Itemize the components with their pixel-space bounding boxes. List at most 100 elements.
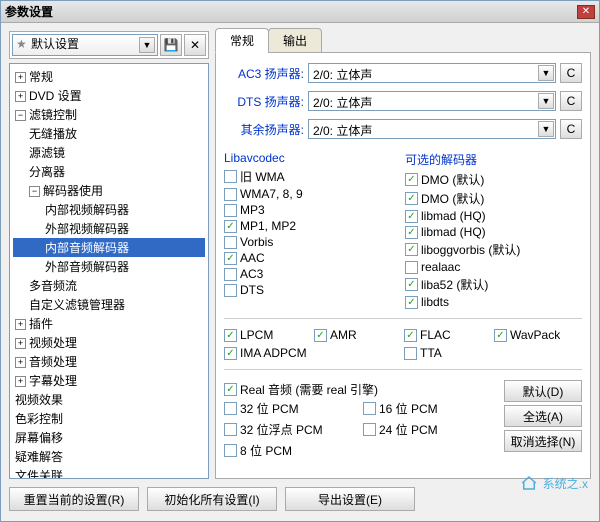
checkbox[interactable] (224, 204, 237, 217)
tree-external-video[interactable]: 外部视频解码器 (13, 219, 205, 238)
tree-seamless[interactable]: 无缝播放 (13, 124, 205, 143)
tree-file-assoc[interactable]: 文件关联 (13, 466, 205, 479)
checkbox[interactable] (224, 329, 237, 342)
dropdown-icon[interactable]: ▼ (538, 65, 554, 81)
checkbox[interactable] (405, 210, 418, 223)
tree-color-control[interactable]: 色彩控制 (13, 409, 205, 428)
reset-current-button[interactable]: 重置当前的设置(R) (9, 487, 139, 511)
chk-mp3[interactable]: MP3 (224, 202, 401, 218)
expand-icon[interactable]: + (15, 319, 26, 330)
checkbox[interactable] (404, 329, 417, 342)
tree-doubt-answer[interactable]: 疑难解答 (13, 447, 205, 466)
close-button[interactable]: ✕ (577, 5, 595, 19)
checkbox[interactable] (405, 296, 418, 309)
checkbox[interactable] (363, 402, 376, 415)
checkbox[interactable] (363, 423, 376, 436)
chk-dmo2[interactable]: DMO (默认) (405, 189, 582, 208)
settings-tree[interactable]: +常规 +DVD 设置 −滤镜控制 无缝播放 源滤镜 分离器 −解码器使用 内部… (9, 63, 209, 479)
ac3-c-button[interactable]: C (560, 63, 582, 83)
chk-old-wma[interactable]: 旧 WMA (224, 167, 401, 186)
dts-c-button[interactable]: C (560, 91, 582, 111)
tree-video-proc[interactable]: +视频处理 (13, 333, 205, 352)
preset-delete-button[interactable]: ✕ (184, 34, 206, 56)
export-button[interactable]: 导出设置(E) (285, 487, 415, 511)
select-all-button[interactable]: 全选(A) (504, 405, 582, 427)
expand-icon[interactable]: + (15, 72, 26, 83)
dropdown-icon[interactable]: ▼ (538, 121, 554, 137)
chk-real-audio[interactable]: Real 音频 (需要 real 引擎) (224, 380, 500, 399)
chk-vorbis[interactable]: Vorbis (224, 234, 401, 250)
chk-liboggvorbis[interactable]: liboggvorbis (默认) (405, 240, 582, 259)
checkbox[interactable] (224, 284, 237, 297)
tree-video-effect[interactable]: 视频效果 (13, 390, 205, 409)
checkbox[interactable] (405, 173, 418, 186)
chk-tta[interactable]: TTA (404, 345, 492, 361)
deselect-button[interactable]: 取消选择(N) (504, 430, 582, 452)
checkbox[interactable] (224, 268, 237, 281)
chk-libmad2[interactable]: libmad (HQ) (405, 224, 582, 240)
chk-pcm24[interactable]: 24 位 PCM (363, 420, 500, 439)
expand-icon[interactable]: + (15, 357, 26, 368)
ac3-select[interactable]: 2/0: 立体声▼ (308, 63, 556, 83)
checkbox[interactable] (404, 347, 417, 360)
chk-pcm32[interactable]: 32 位 PCM (224, 399, 361, 418)
chk-wma789[interactable]: WMA7, 8, 9 (224, 186, 401, 202)
chk-ima-adpcm[interactable]: IMA ADPCM (224, 345, 312, 361)
checkbox[interactable] (405, 243, 418, 256)
chk-liba52[interactable]: liba52 (默认) (405, 275, 582, 294)
chk-dmo1[interactable]: DMO (默认) (405, 170, 582, 189)
other-c-button[interactable]: C (560, 119, 582, 139)
checkbox[interactable] (224, 383, 237, 396)
checkbox[interactable] (224, 188, 237, 201)
dropdown-icon[interactable]: ▼ (538, 93, 554, 109)
chk-ac3[interactable]: AC3 (224, 266, 401, 282)
expand-icon[interactable]: + (15, 338, 26, 349)
checkbox[interactable] (224, 252, 237, 265)
tree-dvd[interactable]: +DVD 设置 (13, 86, 205, 105)
collapse-icon[interactable]: − (29, 186, 40, 197)
expand-icon[interactable]: + (15, 376, 26, 387)
checkbox[interactable] (224, 220, 237, 233)
checkbox[interactable] (224, 423, 237, 436)
chk-pcm16[interactable]: 16 位 PCM (363, 399, 500, 418)
expand-icon[interactable]: + (15, 91, 26, 102)
chk-libmad1[interactable]: libmad (HQ) (405, 208, 582, 224)
tree-plugin[interactable]: +插件 (13, 314, 205, 333)
tree-audio-proc[interactable]: +音频处理 (13, 352, 205, 371)
tree-source-filter[interactable]: 源滤镜 (13, 143, 205, 162)
chk-amr[interactable]: AMR (314, 327, 402, 343)
collapse-icon[interactable]: − (15, 110, 26, 121)
tree-internal-video[interactable]: 内部视频解码器 (13, 200, 205, 219)
chk-aac[interactable]: AAC (224, 250, 401, 266)
tree-multi-audio[interactable]: 多音频流 (13, 276, 205, 295)
checkbox[interactable] (405, 278, 418, 291)
checkbox[interactable] (224, 444, 237, 457)
dts-select[interactable]: 2/0: 立体声▼ (308, 91, 556, 111)
tab-normal[interactable]: 常规 (215, 28, 269, 53)
chk-pcm8[interactable]: 8 位 PCM (224, 441, 361, 460)
tab-output[interactable]: 输出 (268, 28, 322, 53)
preset-save-button[interactable]: 💾 (160, 34, 182, 56)
tree-filter-control[interactable]: −滤镜控制 (13, 105, 205, 124)
tree-external-audio[interactable]: 外部音频解码器 (13, 257, 205, 276)
default-button[interactable]: 默认(D) (504, 380, 582, 402)
tree-internal-audio[interactable]: 内部音频解码器 (13, 238, 205, 257)
preset-select[interactable]: ★ 默认设置 ▼ (12, 34, 158, 56)
chk-realaac[interactable]: realaac (405, 259, 582, 275)
checkbox[interactable] (405, 261, 418, 274)
checkbox[interactable] (314, 329, 327, 342)
other-select[interactable]: 2/0: 立体声▼ (308, 119, 556, 139)
chk-lpcm[interactable]: LPCM (224, 327, 312, 343)
tree-custom-filter-mgr[interactable]: 自定义滤镜管理器 (13, 295, 205, 314)
tree-decoder-use[interactable]: −解码器使用 (13, 181, 205, 200)
checkbox[interactable] (224, 347, 237, 360)
chk-flac[interactable]: FLAC (404, 327, 492, 343)
init-all-button[interactable]: 初始化所有设置(I) (147, 487, 277, 511)
preset-dropdown-icon[interactable]: ▼ (139, 37, 155, 53)
checkbox[interactable] (405, 192, 418, 205)
chk-wavpack[interactable]: WavPack (494, 327, 582, 343)
tree-general[interactable]: +常规 (13, 67, 205, 86)
checkbox[interactable] (224, 236, 237, 249)
chk-mp1mp2[interactable]: MP1, MP2 (224, 218, 401, 234)
tree-subtitle[interactable]: +字幕处理 (13, 371, 205, 390)
